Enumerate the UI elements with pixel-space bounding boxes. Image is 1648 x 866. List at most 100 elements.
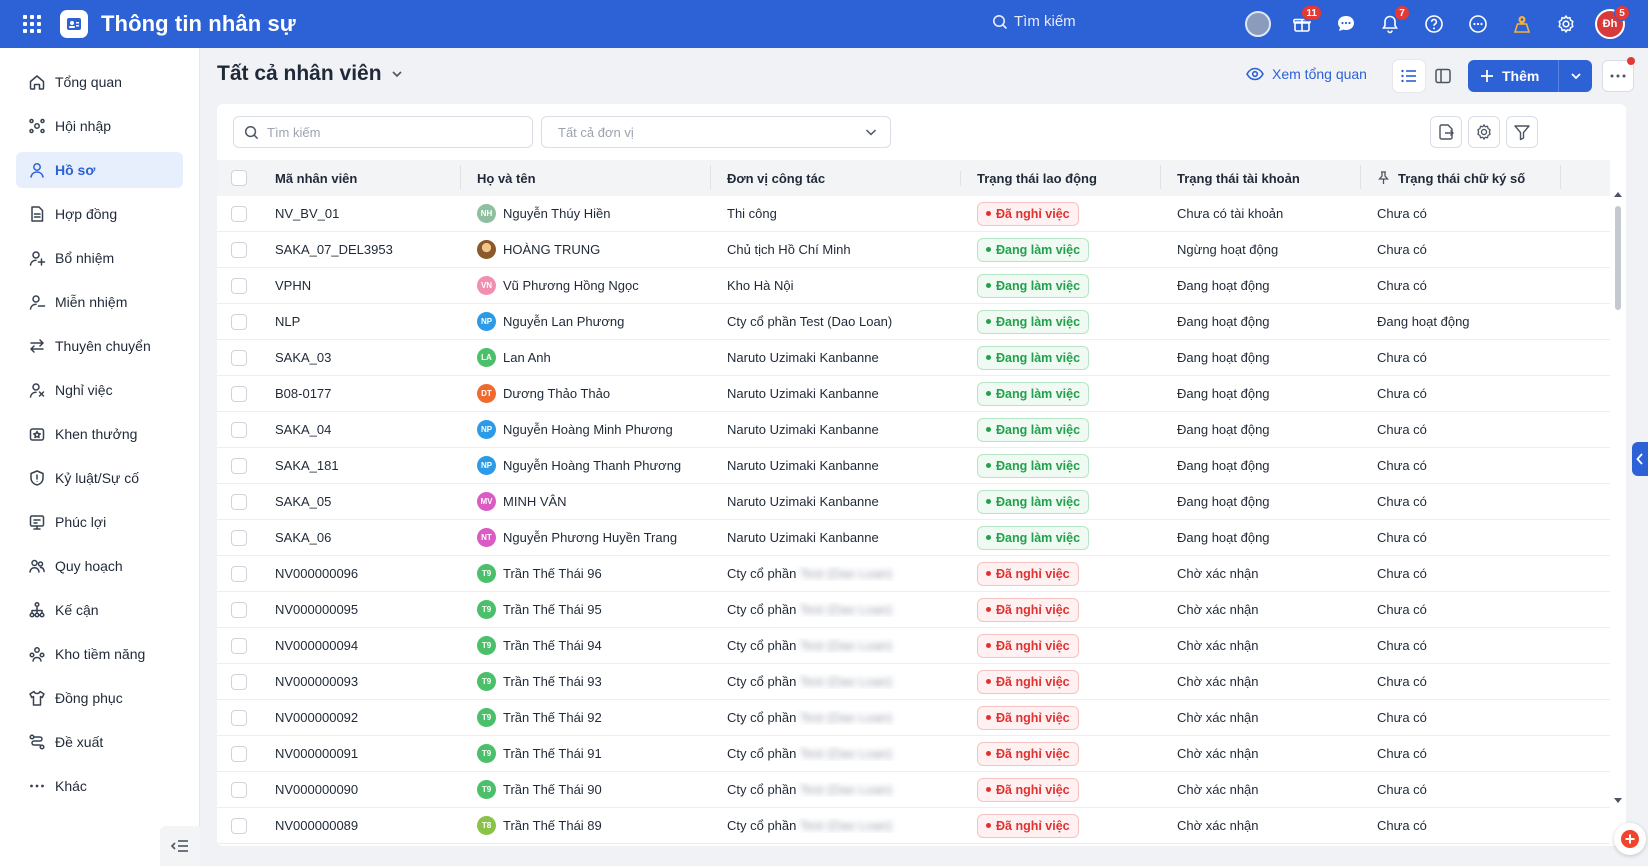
table-scrollbar[interactable]: [1612, 190, 1624, 805]
row-checkbox[interactable]: [231, 457, 247, 474]
collapse-sidebar-icon[interactable]: [160, 826, 200, 866]
column-header-work-status[interactable]: Trạng thái lao động: [961, 164, 1161, 189]
column-header-unit[interactable]: Đơn vị công tác: [711, 170, 961, 186]
sidebar-item-resignation[interactable]: Nghỉ việc: [16, 372, 183, 408]
employee-name-cell[interactable]: NT Nguyễn Phương Huyền Trang: [461, 528, 711, 547]
table-row[interactable]: SAKA_04 NP Nguyễn Hoàng Minh Phương Naruto …: [217, 412, 1610, 448]
employee-code[interactable]: NV000000093: [261, 674, 461, 689]
add-dropdown-chevron-icon[interactable]: [1559, 60, 1592, 92]
row-checkbox[interactable]: [231, 673, 247, 690]
table-row[interactable]: NLP NP Nguyễn Lan Phương Cty cổ phần Test (…: [217, 304, 1610, 340]
page-title-dropdown[interactable]: Tất cả nhân viên: [217, 62, 404, 86]
chat-icon[interactable]: [1330, 8, 1362, 40]
column-settings-icon[interactable]: [1468, 116, 1500, 148]
employee-code[interactable]: B08-0177: [261, 386, 461, 401]
employee-code[interactable]: NLP: [261, 314, 461, 329]
pin-icon[interactable]: [1377, 171, 1390, 185]
employee-code[interactable]: NV000000095: [261, 602, 461, 617]
column-header-code[interactable]: Mã nhân viên: [261, 164, 461, 189]
panel-view-icon[interactable]: [1427, 60, 1459, 92]
side-panel-chevron-left-icon[interactable]: [1632, 442, 1648, 476]
table-row[interactable]: B08-0177 DT Dương Thảo Thảo Naruto Uzimaki …: [217, 376, 1610, 412]
row-checkbox[interactable]: [231, 637, 247, 654]
table-row[interactable]: VPHN VN Vũ Phương Hồng Ngọc Kho Hà Nội Đang …: [217, 268, 1610, 304]
select-all-checkbox[interactable]: [231, 170, 247, 186]
sidebar-item-dismissal[interactable]: Miễn nhiệm: [16, 284, 183, 320]
sidebar-item-transfer[interactable]: Thuyên chuyển: [16, 328, 183, 364]
employee-name-cell[interactable]: NP Nguyễn Lan Phương: [461, 312, 711, 331]
employee-name-cell[interactable]: NP Nguyễn Hoàng Thanh Phương: [461, 456, 711, 475]
employee-name-cell[interactable]: T9 Trần Thế Thái 90: [461, 780, 711, 799]
table-row[interactable]: NV000000096 T9 Trần Thế Thái 96 Cty cổ phần…: [217, 556, 1610, 592]
employee-code[interactable]: SAKA_05: [261, 494, 461, 509]
sidebar-item-uniform[interactable]: Đồng phục: [16, 680, 183, 716]
column-header-account-status[interactable]: Trạng thái tài khoản: [1161, 164, 1361, 189]
table-row[interactable]: SAKA_06 NT Nguyễn Phương Huyền Trang Naruto…: [217, 520, 1610, 556]
help-icon[interactable]: [1418, 8, 1450, 40]
table-row[interactable]: SAKA_07_DEL3953 HOÀNG TRUNG Chủ tịch Hồ Ch…: [217, 232, 1610, 268]
unit-filter-select[interactable]: [541, 116, 891, 148]
table-row[interactable]: SAKA_05 MV MINH VÂN Naruto Uzimaki Kanbanne…: [217, 484, 1610, 520]
row-checkbox[interactable]: [231, 745, 247, 762]
table-row[interactable]: NV000000093 T9 Trần Thế Thái 93 Cty cổ phần…: [217, 664, 1610, 700]
employee-code[interactable]: SAKA_04: [261, 422, 461, 437]
list-view-icon[interactable]: [1393, 60, 1425, 92]
bell-icon[interactable]: 7: [1374, 5, 1410, 40]
row-checkbox[interactable]: [231, 601, 247, 618]
profile-photo-icon[interactable]: [1242, 8, 1274, 40]
table-row[interactable]: NV_BV_01 NH Nguyễn Thúy Hiền Thi công Đã ngh…: [217, 196, 1610, 232]
employee-name-cell[interactable]: T9 Trần Thế Thái 96: [461, 564, 711, 583]
employee-name-cell[interactable]: MV MINH VÂN: [461, 492, 711, 511]
employee-code[interactable]: SAKA_07_DEL3953: [261, 242, 461, 257]
sidebar-item-talent-pool[interactable]: Kho tiềm năng: [16, 636, 183, 672]
global-search[interactable]: Tìm kiếm: [992, 13, 1076, 30]
row-checkbox[interactable]: [231, 313, 247, 330]
employee-name-cell[interactable]: NH Nguyễn Thúy Hiền: [461, 204, 711, 223]
employee-name-cell[interactable]: LA Lan Anh: [461, 348, 711, 367]
add-button[interactable]: Thêm: [1468, 60, 1558, 92]
export-icon[interactable]: [1430, 116, 1462, 148]
sidebar-item-discipline[interactable]: Kỷ luật/Sự cố: [16, 460, 183, 496]
employee-name-cell[interactable]: T9 Trần Thế Thái 93: [461, 672, 711, 691]
location-icon[interactable]: [1506, 8, 1538, 40]
row-checkbox[interactable]: [231, 529, 247, 546]
table-row[interactable]: NV000000090 T9 Trần Thế Thái 90 Cty cổ phần…: [217, 772, 1610, 808]
row-checkbox[interactable]: [231, 817, 247, 834]
settings-gear-icon[interactable]: [1550, 8, 1582, 40]
row-checkbox[interactable]: [231, 349, 247, 366]
sidebar-item-contract[interactable]: Hợp đồng: [16, 196, 183, 232]
table-row[interactable]: NV000000092 T9 Trần Thế Thái 92 Cty cổ phần…: [217, 700, 1610, 736]
employee-code[interactable]: NV000000089: [261, 818, 461, 833]
table-row[interactable]: NV000000095 T9 Trần Thế Thái 95 Cty cổ phần…: [217, 592, 1610, 628]
employee-name-cell[interactable]: T8 Trần Thế Thái 89: [461, 816, 711, 835]
employee-name-cell[interactable]: T9 Trần Thế Thái 95: [461, 600, 711, 619]
sidebar-item-proposal[interactable]: Đề xuất: [16, 724, 183, 760]
employee-code[interactable]: SAKA_06: [261, 530, 461, 545]
sidebar-item-appointment[interactable]: Bổ nhiệm: [16, 240, 183, 276]
filter-icon[interactable]: [1506, 116, 1538, 148]
employee-name-cell[interactable]: T9 Trần Thế Thái 92: [461, 708, 711, 727]
row-checkbox[interactable]: [231, 421, 247, 438]
quick-action-plus-icon[interactable]: [1614, 823, 1646, 855]
more-options-icon[interactable]: [1462, 8, 1494, 40]
table-search-input[interactable]: [267, 124, 507, 140]
employee-name-cell[interactable]: DT Dương Thảo Thảo: [461, 384, 711, 403]
scrollbar-thumb[interactable]: [1615, 206, 1621, 310]
row-checkbox[interactable]: [231, 241, 247, 258]
sidebar-item-profile[interactable]: Hồ sơ: [16, 152, 183, 188]
sidebar-item-reward[interactable]: Khen thưởng: [16, 416, 183, 452]
employee-code[interactable]: NV000000096: [261, 566, 461, 581]
row-checkbox[interactable]: [231, 709, 247, 726]
table-row[interactable]: NV000000094 T9 Trần Thế Thái 94 Cty cổ phần…: [217, 628, 1610, 664]
column-header-signature-status[interactable]: Trạng thái chữ ký số: [1361, 164, 1561, 189]
row-checkbox[interactable]: [231, 385, 247, 402]
employee-code[interactable]: NV000000092: [261, 710, 461, 725]
row-checkbox[interactable]: [231, 277, 247, 294]
sidebar-item-onboarding[interactable]: Hội nhập: [16, 108, 183, 144]
table-row[interactable]: SAKA_181 NP Nguyễn Hoàng Thanh Phương Narut…: [217, 448, 1610, 484]
employee-name-cell[interactable]: T9 Trần Thế Thái 94: [461, 636, 711, 655]
table-row[interactable]: NV000000091 T9 Trần Thế Thái 91 Cty cổ phần…: [217, 736, 1610, 772]
employee-name-cell[interactable]: T9 Trần Thế Thái 91: [461, 744, 711, 763]
sidebar-item-welfare[interactable]: Phúc lợi: [16, 504, 183, 540]
column-header-name[interactable]: Họ và tên: [461, 164, 711, 189]
